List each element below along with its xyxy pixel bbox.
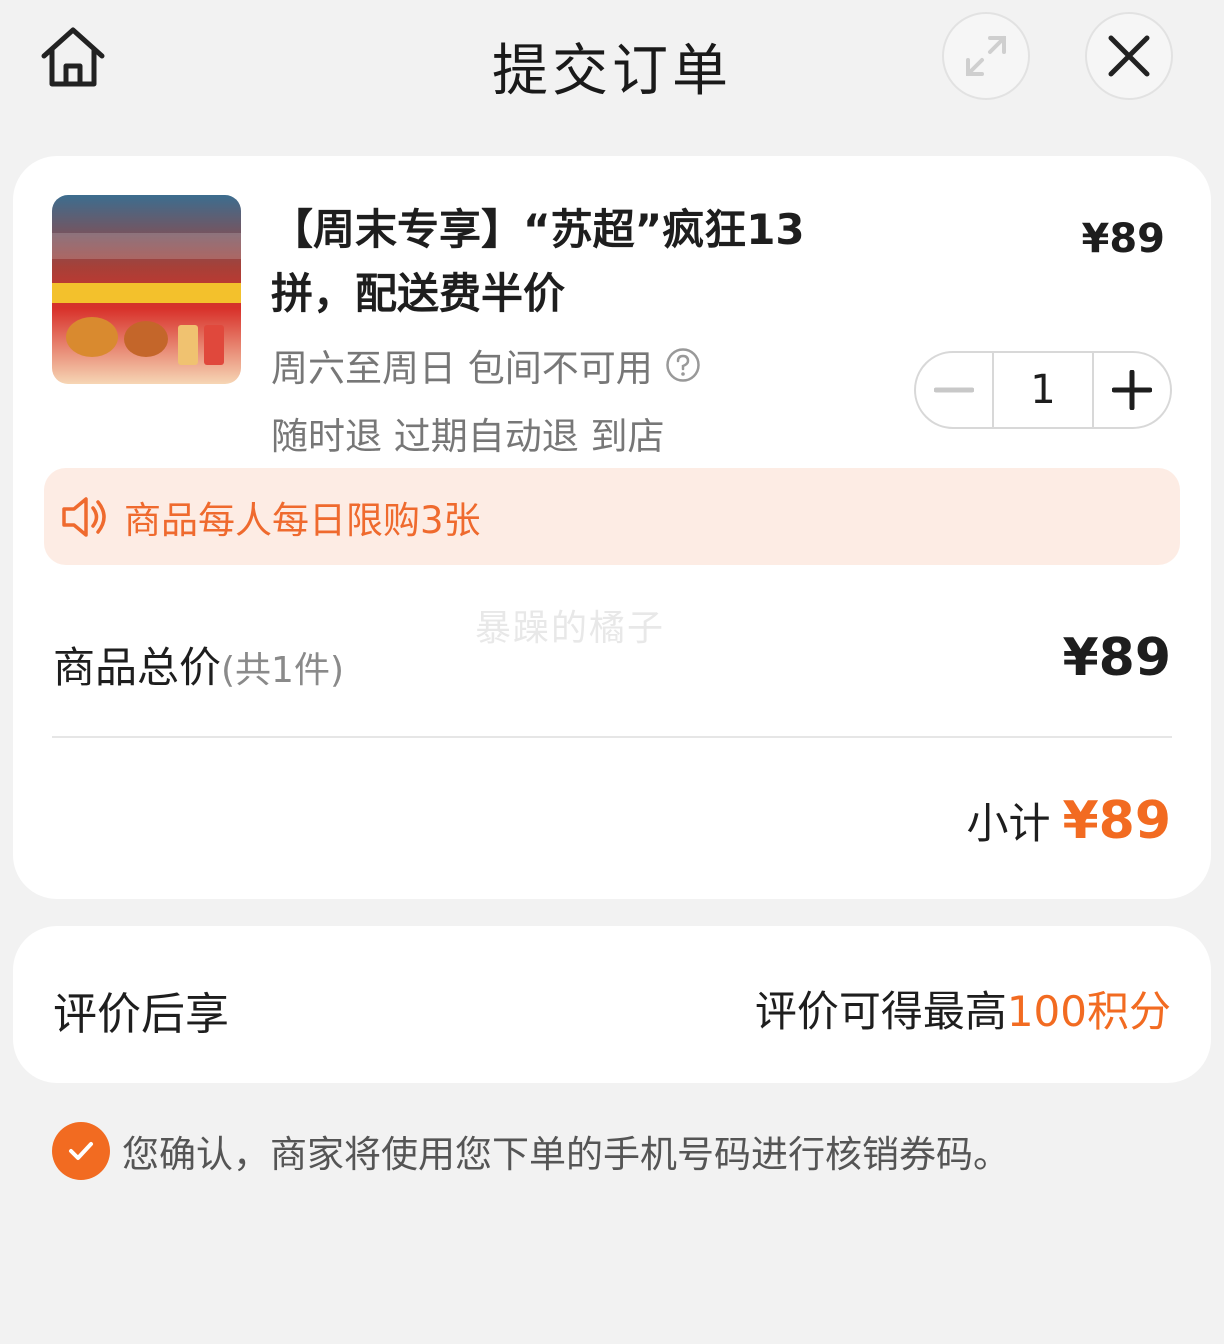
close-icon bbox=[1108, 35, 1150, 77]
expand-button[interactable] bbox=[942, 12, 1030, 100]
order-page: 提交订单 【周末专享】“苏超”疯狂13拼，配送费半价 ¥89 周六至周日 包间不… bbox=[0, 0, 1224, 1344]
increase-button[interactable] bbox=[1094, 353, 1170, 427]
speaker-icon bbox=[62, 496, 106, 537]
close-button[interactable] bbox=[1085, 12, 1173, 100]
total-count: (共1件) bbox=[221, 650, 345, 691]
subtotal-label: 小计 bbox=[966, 799, 1051, 848]
purchase-limit-notice: 商品每人每日限购3张 bbox=[44, 468, 1180, 565]
plus-icon bbox=[1112, 370, 1152, 410]
product-title: 【周末专享】“苏超”疯狂13拼，配送费半价 bbox=[271, 205, 805, 318]
expand-icon bbox=[966, 36, 1006, 76]
order-card: 【周末专享】“苏超”疯狂13拼，配送费半价 ¥89 周六至周日 包间不可用 随时… bbox=[13, 156, 1211, 899]
rating-note: 评价可得最高100积分 bbox=[755, 978, 1171, 1039]
header: 提交订单 bbox=[0, 0, 1224, 120]
checkmark-icon bbox=[69, 1142, 93, 1160]
confirm-agreement: 您确认，商家将使用您下单的手机号码进行核销券码。 bbox=[52, 1122, 1010, 1180]
confirm-text: 您确认，商家将使用您下单的手机号码进行核销券码。 bbox=[122, 1133, 1010, 1176]
thumbnail-drink bbox=[178, 325, 198, 365]
product-tags-text: 周六至周日 包间不可用 bbox=[271, 347, 653, 390]
subtotal: 小计 ¥89 bbox=[966, 790, 1171, 851]
thumbnail-food bbox=[66, 317, 118, 357]
thumbnail-food bbox=[124, 321, 168, 357]
total-label: 商品总价(共1件) bbox=[53, 634, 344, 695]
total-label-text: 商品总价 bbox=[53, 643, 222, 692]
rating-label: 评价后享 bbox=[53, 989, 229, 1040]
decrease-button[interactable] bbox=[916, 353, 992, 427]
subtotal-value: ¥89 bbox=[1062, 791, 1171, 851]
thumbnail-drink bbox=[204, 325, 224, 365]
product-tags: 周六至周日 包间不可用 bbox=[271, 338, 701, 392]
notice-text: 商品每人每日限购3张 bbox=[124, 498, 481, 542]
question-circle-icon[interactable] bbox=[665, 347, 701, 383]
rating-reward-card[interactable]: 评价后享 评价可得最高100积分 bbox=[13, 926, 1211, 1083]
thumbnail-banner bbox=[52, 233, 241, 259]
total-row: 商品总价(共1件) ¥89 bbox=[53, 628, 1171, 695]
page-title: 提交订单 bbox=[492, 39, 732, 104]
thumbnail-stripe bbox=[52, 283, 241, 303]
product-policies: 随时退 过期自动退 到店 bbox=[271, 415, 665, 458]
minus-icon bbox=[934, 387, 974, 393]
quantity-stepper: 1 bbox=[914, 351, 1172, 429]
divider bbox=[52, 736, 1172, 738]
product-price: ¥89 bbox=[1081, 216, 1166, 262]
total-value: ¥89 bbox=[1062, 628, 1171, 688]
confirm-checkbox[interactable] bbox=[52, 1122, 110, 1180]
rating-note-prefix: 评价可得最高 bbox=[754, 987, 1007, 1036]
rating-points: 100积分 bbox=[1006, 987, 1171, 1036]
product-thumbnail[interactable] bbox=[52, 195, 241, 384]
quantity-value[interactable]: 1 bbox=[992, 353, 1094, 427]
